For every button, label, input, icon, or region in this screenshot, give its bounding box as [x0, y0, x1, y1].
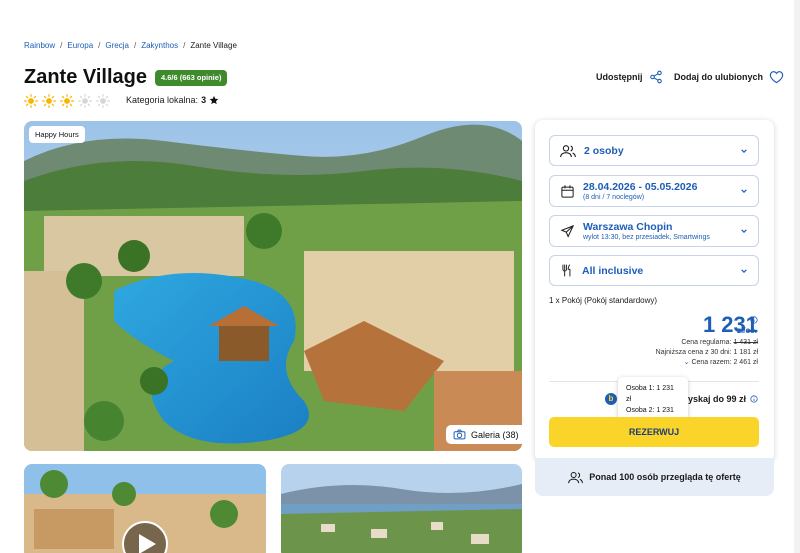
users-icon: [568, 471, 584, 483]
local-category-value: 3: [201, 95, 207, 105]
breadcrumb-grecja[interactable]: Grecja: [105, 41, 129, 50]
plane-icon: [560, 224, 575, 238]
sun-rating: [24, 94, 110, 108]
sun-filled-icon: [42, 94, 56, 108]
breadcrumb-rainbow[interactable]: Rainbow: [24, 41, 55, 50]
price-details: Cena regularna: 1 431 zł Najniższa cena …: [656, 338, 758, 368]
star-icon: [209, 95, 219, 105]
happy-hours-badge: Happy Hours: [29, 126, 85, 143]
regular-price-value: 1 431 zł: [733, 339, 758, 346]
page-title: Zante Village: [24, 66, 148, 88]
flight-select[interactable]: Warszawa Chopin wylot 13:30, bez przesia…: [549, 215, 759, 247]
chevron-down-icon: [741, 268, 747, 273]
breadcrumb-zakynthos[interactable]: Zakynthos: [141, 41, 178, 50]
cutlery-icon: [562, 264, 571, 277]
cashback-icon: b: [605, 393, 617, 405]
flight-details: wylot 13:30, bez przesiadek, Smartwings: [583, 234, 710, 241]
breadcrumb-separator: /: [98, 41, 101, 50]
breadcrumb-europa[interactable]: Europa: [67, 41, 93, 50]
share-icon: [649, 70, 662, 84]
sun-empty-icon: [96, 94, 110, 108]
share-label: Udostępnij: [596, 72, 643, 82]
favorite-label: Dodaj do ulubionych: [674, 72, 763, 82]
dates-value: 28.04.2026 - 05.05.2026: [583, 181, 698, 193]
local-category-label: Kategoria lokalna:: [126, 95, 199, 105]
watchers-text: Ponad 100 osób przegląda tę ofertę: [589, 472, 741, 482]
chevron-down-icon: [741, 148, 747, 153]
info-icon[interactable]: [750, 395, 758, 403]
chevron-down-icon: [741, 229, 747, 234]
breadcrumb-current: Zante Village: [190, 41, 237, 50]
person-1-price: Osoba 1: 1 231 zł: [626, 385, 674, 403]
sun-filled-icon: [60, 94, 74, 108]
local-category: Kategoria lokalna: 3: [126, 95, 219, 105]
price-unit: zł/os.: [737, 326, 758, 335]
camera-icon: [453, 429, 466, 440]
hotel-main-photo[interactable]: [24, 121, 522, 451]
sun-filled-icon: [24, 94, 38, 108]
calendar-icon: [561, 184, 574, 198]
users-icon: [560, 144, 576, 157]
hotel-video-thumbnail[interactable]: [24, 464, 266, 553]
regular-price: Cena regularna: 1 431 zł: [656, 338, 758, 348]
info-icon[interactable]: [750, 316, 758, 324]
breadcrumb-separator: /: [60, 41, 63, 50]
chevron-down-icon[interactable]: ⌄: [684, 359, 690, 366]
heart-icon: [769, 71, 784, 84]
persons-value: 2 osoby: [584, 144, 624, 157]
lowest-price: Najniższa cena z 30 dni: 1 181 zł: [655, 349, 758, 356]
flight-value: Warszawa Chopin: [583, 221, 673, 233]
total-price-value: Cena razem: 2 461 zł: [691, 359, 758, 366]
favorite-button[interactable]: Dodaj do ulubionych: [674, 70, 784, 84]
scrollbar[interactable]: [794, 0, 800, 553]
dates-select[interactable]: 28.04.2026 - 05.05.2026 (8 dni / 7 nocle…: [549, 175, 759, 207]
landscape-thumbnail[interactable]: [281, 464, 522, 553]
chevron-down-icon: [741, 189, 747, 194]
breadcrumb: Rainbow / Europa / Grecja / Zakynthos / …: [24, 41, 237, 50]
room-info: 1 x Pokój (Pokój standardowy): [549, 296, 658, 305]
breadcrumb-separator: /: [133, 41, 137, 50]
watchers-banner: Ponad 100 osób przegląda tę ofertę: [535, 458, 774, 496]
share-button[interactable]: Udostępnij: [596, 70, 663, 84]
board-select[interactable]: All inclusive: [549, 255, 759, 286]
gallery-button[interactable]: Galeria (38): [446, 425, 526, 444]
gallery-label: Galeria (38): [471, 429, 519, 440]
total-price: ⌄ Cena razem: 2 461 zł: [656, 358, 758, 368]
rating-badge[interactable]: 4.6/6 (663 opinie): [155, 70, 228, 86]
cashback-text: yskaj do 99 zł: [688, 394, 747, 404]
sun-empty-icon: [78, 94, 92, 108]
persons-select[interactable]: 2 osoby: [549, 135, 759, 166]
dates-duration: (8 dni / 7 noclegów): [583, 194, 645, 201]
board-value: All inclusive: [582, 264, 644, 277]
regular-price-label: Cena regularna:: [681, 339, 732, 346]
breadcrumb-separator: /: [183, 41, 186, 50]
reserve-button[interactable]: REZERWUJ: [549, 417, 759, 447]
